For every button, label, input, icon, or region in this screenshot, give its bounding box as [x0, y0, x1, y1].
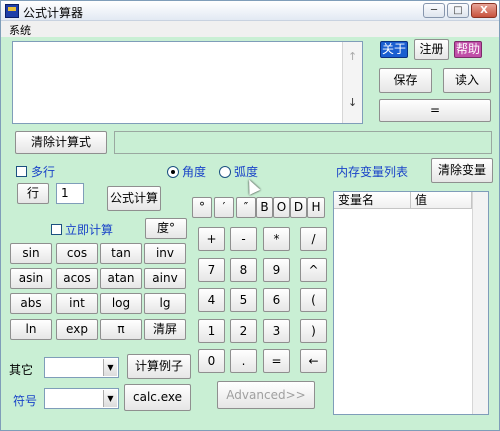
calc-exe-button[interactable]: calc.exe — [124, 384, 191, 411]
dropdown-arrow-icon[interactable]: ▼ — [103, 359, 117, 376]
variable-list[interactable]: 变量名 值 — [333, 191, 489, 415]
key-divide[interactable]: / — [300, 227, 327, 251]
minute-symbol-button[interactable]: ′ — [214, 197, 234, 218]
memory-list-title: 内存变量列表 — [336, 165, 409, 179]
calculator-window: 公式计算器 ─ □ X 系统 ↑ ↓ 关于 注册 帮助 保存 读入 = 清除计算… — [0, 0, 500, 431]
binary-button[interactable]: B — [256, 197, 273, 218]
key-1[interactable]: 1 — [198, 319, 225, 343]
fn-asin[interactable]: asin — [10, 268, 52, 289]
calc-example-button[interactable]: 计算例子 — [127, 354, 191, 379]
fn-sin[interactable]: sin — [10, 243, 52, 264]
key-3[interactable]: 3 — [263, 319, 290, 343]
key-6[interactable]: 6 — [263, 288, 290, 312]
symbol-label: 符号 — [13, 394, 38, 408]
fn-ln[interactable]: ln — [10, 319, 52, 340]
save-button[interactable]: 保存 — [379, 68, 432, 93]
fn-lg[interactable]: lg — [144, 293, 186, 314]
fn-acos[interactable]: acos — [56, 268, 98, 289]
key-9[interactable]: 9 — [263, 258, 290, 282]
fn-atan[interactable]: atan — [100, 268, 142, 289]
equals-result-button[interactable]: = — [379, 99, 491, 122]
key-plus[interactable]: + — [198, 227, 225, 251]
column-header-name[interactable]: 变量名 — [334, 192, 411, 209]
key-equals[interactable]: = — [263, 349, 290, 373]
scroll-down-icon[interactable]: ↓ — [348, 96, 357, 109]
column-header-value[interactable]: 值 — [411, 192, 472, 209]
close-button[interactable]: X — [471, 3, 497, 18]
row-input[interactable]: 1 — [56, 183, 84, 204]
clear-screen-button[interactable]: 清屏 — [144, 319, 186, 340]
register-button[interactable]: 注册 — [414, 39, 449, 60]
multiline-label: 多行 — [31, 165, 56, 179]
minimize-button[interactable]: ─ — [423, 3, 445, 18]
symbol-combobox[interactable]: ▼ — [44, 388, 119, 409]
hex-button[interactable]: H — [307, 197, 325, 218]
key-multiply[interactable]: * — [263, 227, 290, 251]
key-0[interactable]: 0 — [198, 349, 225, 373]
other-label: 其它 — [9, 363, 34, 377]
key-close-paren[interactable]: ) — [300, 319, 327, 343]
load-button[interactable]: 读入 — [443, 68, 491, 93]
window-title: 公式计算器 — [23, 6, 84, 20]
menu-bar: 系统 — [1, 21, 499, 37]
key-open-paren[interactable]: ( — [300, 288, 327, 312]
multiline-checkbox[interactable] — [16, 166, 27, 177]
degree-symbol-button[interactable]: ° — [192, 197, 212, 218]
row-button[interactable]: 行 — [17, 183, 49, 204]
key-4[interactable]: 4 — [198, 288, 225, 312]
key-8[interactable]: 8 — [230, 258, 257, 282]
formula-calculate-button[interactable]: 公式计算 — [107, 186, 161, 211]
fn-abs[interactable]: abs — [10, 293, 52, 314]
key-backspace[interactable]: ← — [300, 349, 327, 373]
formula-textarea[interactable]: ↑ ↓ — [12, 41, 363, 124]
menu-system[interactable]: 系统 — [9, 22, 31, 38]
immediate-checkbox[interactable] — [51, 224, 62, 235]
clear-formula-button[interactable]: 清除计算式 — [15, 131, 107, 154]
formula-scrollbar[interactable]: ↑ ↓ — [342, 42, 362, 123]
app-icon — [5, 4, 19, 18]
scroll-up-icon[interactable]: ↑ — [348, 50, 357, 63]
other-combobox[interactable]: ▼ — [44, 357, 119, 378]
octal-button[interactable]: O — [273, 197, 290, 218]
maximize-button[interactable]: □ — [447, 3, 469, 18]
key-2[interactable]: 2 — [230, 319, 257, 343]
second-symbol-button[interactable]: ″ — [236, 197, 256, 218]
key-7[interactable]: 7 — [198, 258, 225, 282]
clear-variables-button[interactable]: 清除变量 — [431, 158, 493, 183]
degree-button[interactable]: 度° — [145, 218, 187, 239]
fn-int[interactable]: int — [56, 293, 98, 314]
help-button[interactable]: 帮助 — [454, 41, 482, 58]
decimal-button[interactable]: D — [290, 197, 307, 218]
fn-log[interactable]: log — [100, 293, 142, 314]
key-minus[interactable]: - — [230, 227, 257, 251]
fn-cos[interactable]: cos — [56, 243, 98, 264]
advanced-button[interactable]: Advanced>> — [217, 381, 315, 409]
angle-label: 角度 — [182, 165, 207, 179]
fn-ainv[interactable]: ainv — [144, 268, 186, 289]
fn-inv[interactable]: inv — [144, 243, 186, 264]
angle-radio[interactable] — [167, 166, 179, 178]
radian-radio[interactable] — [219, 166, 231, 178]
key-5[interactable]: 5 — [230, 288, 257, 312]
fn-tan[interactable]: tan — [100, 243, 142, 264]
fn-pi[interactable]: π — [100, 319, 142, 340]
title-bar[interactable]: 公式计算器 ─ □ X — [1, 1, 499, 21]
key-decimal[interactable]: . — [230, 349, 257, 373]
key-power[interactable]: ^ — [300, 258, 327, 282]
result-display — [114, 131, 492, 154]
fn-exp[interactable]: exp — [56, 319, 98, 340]
about-button[interactable]: 关于 — [380, 41, 408, 58]
immediate-label: 立即计算 — [65, 223, 114, 237]
dropdown-arrow-icon[interactable]: ▼ — [103, 390, 117, 407]
variable-list-scrollbar[interactable] — [472, 192, 488, 414]
